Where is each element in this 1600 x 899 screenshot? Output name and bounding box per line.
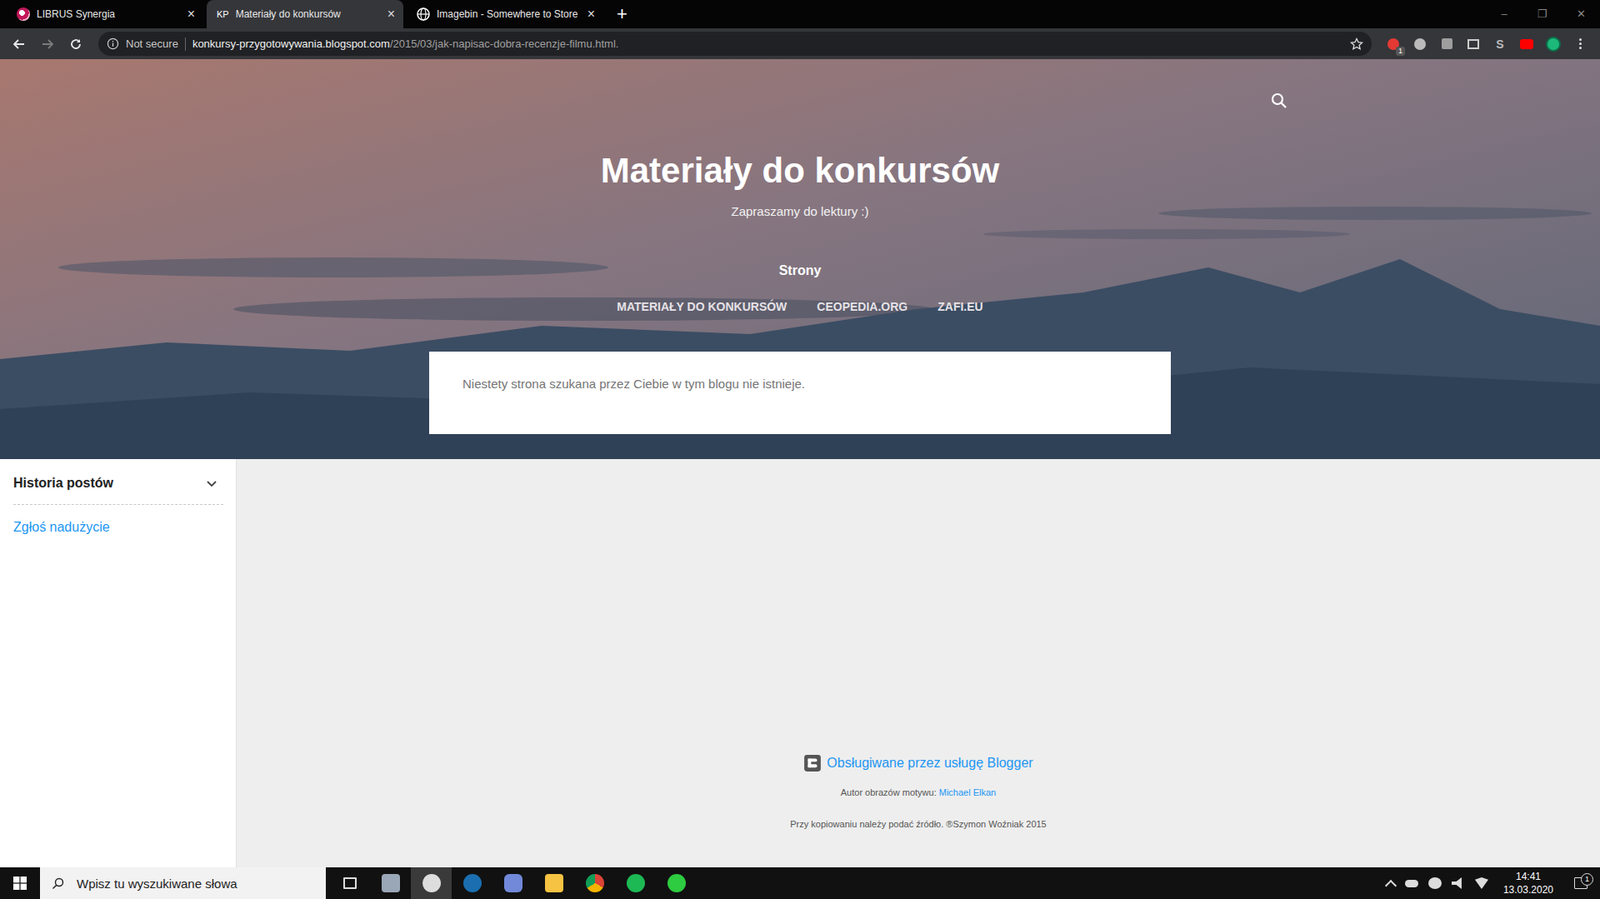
blogger-icon — [803, 754, 822, 773]
windows-icon — [13, 876, 27, 890]
tab-label: Imagebin - Somewhere to Store — [436, 8, 581, 20]
explorer-icon — [545, 874, 564, 893]
extensions: 1S — [1378, 34, 1590, 55]
spotify-icon — [626, 874, 645, 893]
new-tab-button[interactable]: + — [606, 0, 638, 29]
system-tray: 14:4113.03.2020 1 — [1386, 867, 1600, 899]
chrome-icon — [585, 874, 605, 893]
address-bar[interactable]: Not secure konkursy-przygotowywania.blogs… — [98, 31, 1372, 56]
extension-icon[interactable] — [1436, 34, 1457, 55]
start-button[interactable] — [0, 867, 40, 899]
main-content: Obsługiwane przez usługę Blogger Autor ob… — [236, 459, 1600, 868]
browser-tab[interactable]: KP Materiały do konkursów × — [206, 0, 404, 29]
photos-icon — [422, 874, 441, 893]
blog-footer: Obsługiwane przez usługę Blogger Autor ob… — [790, 754, 1047, 830]
youtube-icon[interactable] — [1516, 34, 1537, 55]
page-link[interactable]: ZAFI.EU — [937, 298, 983, 315]
pages-heading: Strony — [779, 262, 822, 280]
notification-count: 1 — [1580, 873, 1594, 886]
pages-nav: MATERIAŁY DO KONKURSÓW CEOPEDIA.ORG ZAFI.E… — [616, 298, 983, 315]
message-card: Niestety strona szukana przez Ciebie w t… — [429, 351, 1171, 435]
browser-tab[interactable]: LIBRUS Synergia × — [6, 0, 204, 29]
tab-close-button[interactable]: × — [187, 6, 195, 22]
info-icon[interactable] — [106, 37, 120, 50]
blog-subtitle: Zapraszamy do lektury :) — [730, 203, 869, 220]
green-icon — [667, 874, 686, 893]
taskbar-app[interactable] — [533, 867, 575, 899]
screen: LIBRUS Synergia × KP Materiały do konkursów… — [0, 0, 1600, 899]
extension-icon[interactable]: S — [1490, 34, 1510, 55]
toolbar: Not secure konkursy-przygotowywania.blogs… — [0, 28, 1600, 60]
extension-icon[interactable] — [1463, 34, 1484, 55]
forward-icon[interactable] — [36, 37, 59, 51]
clock[interactable]: 14:4113.03.2020 — [1498, 870, 1559, 897]
tab-strip: LIBRUS Synergia × KP Materiały do konkursów… — [0, 0, 1600, 29]
author-link[interactable]: Michael Elkan — [939, 787, 996, 798]
blog-header: Materiały do konkursów Zapraszamy do lekt… — [0, 59, 1600, 460]
onedrive-icon[interactable] — [1405, 880, 1419, 888]
copyright: Przy kopiowaniu należy podać źródło. ®Sz… — [790, 819, 1047, 830]
taskbar-app[interactable] — [655, 867, 697, 899]
librus-icon — [16, 7, 30, 21]
back-icon[interactable] — [8, 37, 30, 51]
url: konkursy-przygotowywania.blogspot.com/20… — [192, 37, 620, 50]
notifications-button[interactable]: 1 — [1568, 877, 1594, 890]
extension-icon[interactable] — [1410, 34, 1430, 55]
window-control[interactable]: ❐ — [1523, 0, 1562, 29]
taskbar: Wpisz tu wyszukiwane słowa 14:4113.03.202… — [0, 867, 1600, 899]
post-history-heading: Historia postów — [13, 474, 114, 493]
powered-link[interactable]: Obsługiwane przez usługę Blogger — [826, 755, 1033, 771]
security-label: Not secure — [125, 37, 179, 50]
search-icon — [51, 876, 65, 890]
window-control[interactable]: ✕ — [1561, 0, 1600, 29]
page: Materiały do konkursów Zapraszamy do lekt… — [0, 59, 1600, 868]
taskbar-search[interactable]: Wpisz tu wyszukiwane słowa — [40, 867, 326, 899]
taskbar-app[interactable] — [410, 867, 452, 899]
taskbar-app[interactable] — [329, 867, 370, 899]
taskbar-app[interactable] — [451, 867, 493, 899]
discord-icon — [504, 874, 523, 893]
steam-icon — [463, 874, 482, 893]
taskbar-app[interactable] — [574, 867, 615, 899]
mail-icon — [381, 874, 400, 893]
tray-expand-icon[interactable] — [1385, 879, 1397, 891]
tab-close-button[interactable]: × — [587, 6, 595, 22]
report-abuse-link[interactable]: Zgłoś nadużycie — [13, 518, 223, 537]
search-placeholder: Wpisz tu wyszukiwane słowa — [76, 876, 238, 891]
blog-body: Historia postów Zgłoś nadużycie Obsługiwan… — [0, 459, 1600, 868]
reload-icon[interactable] — [65, 37, 87, 51]
theme-credit: Autor obrazów motywu: Michael Elkan — [840, 787, 996, 798]
extension-icon[interactable]: 1 — [1383, 34, 1404, 55]
menu-icon[interactable] — [1570, 34, 1590, 55]
time: 14:41 — [1515, 870, 1541, 884]
taskbar-app[interactable] — [615, 867, 656, 899]
tab-label: Materiały do konkursów — [235, 8, 381, 20]
blog-title[interactable]: Materiały do konkursów — [600, 149, 1000, 193]
page-link[interactable]: CEOPEDIA.ORG — [816, 298, 908, 315]
chevron-icon[interactable] — [205, 476, 219, 490]
window-control[interactable]: – — [1485, 0, 1524, 29]
date: 13.03.2020 — [1503, 883, 1554, 897]
volume-icon[interactable] — [1451, 877, 1465, 890]
task-view-icon — [343, 877, 357, 890]
search-icon[interactable] — [1269, 90, 1290, 111]
bookmark-star-icon[interactable] — [1350, 37, 1364, 51]
steam-icon[interactable] — [1428, 877, 1442, 890]
site-favicon: KP — [216, 7, 230, 21]
taskbar-app[interactable] — [370, 867, 411, 899]
tab-close-button[interactable]: × — [387, 6, 395, 22]
browser-tab[interactable]: Imagebin - Somewhere to Store × — [406, 0, 604, 29]
error-message: Niestety strona szukana przez Ciebie w t… — [462, 376, 805, 391]
page-link[interactable]: MATERIAŁY DO KONKURSÓW — [616, 298, 787, 315]
sidebar: Historia postów Zgłoś nadużycie — [0, 459, 237, 868]
extension-badge: 1 — [1395, 46, 1405, 56]
taskbar-apps — [329, 867, 697, 899]
profile-icon[interactable] — [1543, 34, 1564, 55]
wifi-icon[interactable] — [1475, 877, 1489, 890]
powered-by[interactable]: Obsługiwane przez usługę Blogger — [803, 754, 1033, 773]
tab-label: LIBRUS Synergia — [36, 8, 181, 20]
globe-icon — [416, 7, 430, 21]
taskbar-app[interactable] — [492, 867, 534, 899]
post-history[interactable]: Historia postów — [13, 474, 224, 493]
